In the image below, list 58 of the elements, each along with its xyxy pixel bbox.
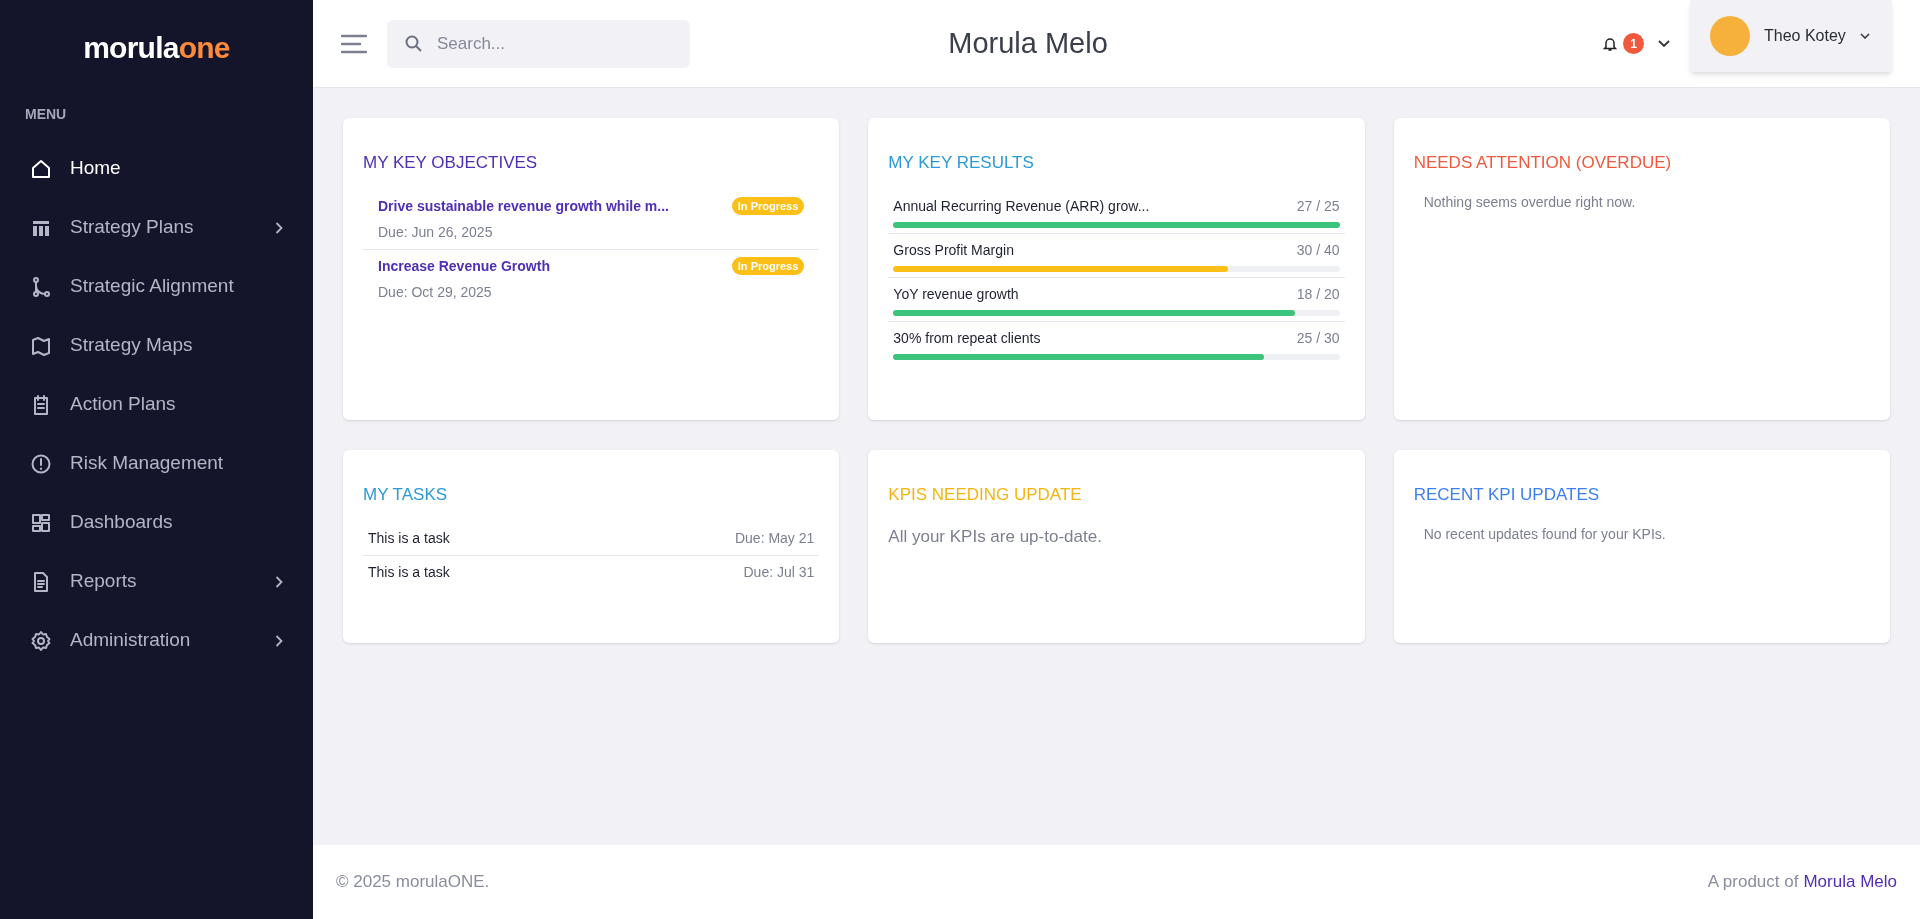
empty-message: No recent updates found for your KPIs. bbox=[1422, 524, 1667, 544]
chevron-down-icon bbox=[1859, 33, 1870, 39]
sidebar-item[interactable]: Administration bbox=[0, 611, 313, 670]
objective-link[interactable]: Increase Revenue Growth bbox=[378, 255, 550, 277]
card-title: RECENT KPI UPDATES bbox=[1413, 484, 1601, 506]
task-name: This is a task bbox=[368, 562, 450, 582]
sidebar-item[interactable]: Strategy Maps bbox=[0, 316, 313, 375]
avatar bbox=[1710, 16, 1750, 56]
menu-icon[interactable] bbox=[341, 33, 367, 54]
dashboard-icon bbox=[30, 511, 52, 534]
key-result-reading: 30 / 40 bbox=[1296, 240, 1340, 260]
search-icon bbox=[405, 34, 423, 53]
sidebar-item[interactable]: Dashboards bbox=[0, 493, 313, 552]
due-date: Due: Jun 26, 2025 bbox=[378, 222, 494, 242]
status-badge: In Progress bbox=[731, 256, 805, 275]
menu-heading: MENU bbox=[24, 105, 68, 124]
search-field[interactable]: Search... bbox=[387, 19, 690, 68]
user-menu[interactable]: Theo Kotey bbox=[1690, 0, 1892, 72]
product-text: A product of bbox=[1707, 871, 1799, 894]
sidebar-item[interactable]: Strategy Plans bbox=[0, 198, 313, 257]
due-date: Due: Oct 29, 2025 bbox=[378, 282, 493, 302]
key-result-reading: 25 / 30 bbox=[1296, 328, 1340, 348]
alert-icon bbox=[30, 452, 52, 475]
logo-accent: one bbox=[178, 29, 230, 66]
card-title: NEEDS ATTENTION (OVERDUE) bbox=[1413, 152, 1673, 174]
branch-icon bbox=[30, 275, 52, 298]
due-date: Due: Jul 31 bbox=[743, 562, 815, 582]
notification-badge: 1 bbox=[1623, 33, 1644, 54]
map-icon bbox=[30, 334, 52, 357]
card-title: MY KEY RESULTS bbox=[888, 152, 1035, 174]
status-badge: In Progress bbox=[731, 196, 805, 215]
copyright-text: © 2025 morulaONE. bbox=[336, 871, 490, 894]
key-result-name: 30% from repeat clients bbox=[893, 328, 1041, 348]
home-icon bbox=[30, 157, 52, 180]
settings-icon bbox=[30, 629, 52, 652]
sidebar-item[interactable]: Reports bbox=[0, 552, 313, 611]
product-link[interactable]: Morula Melo bbox=[1803, 869, 1897, 895]
key-result-reading: 27 / 25 bbox=[1296, 196, 1340, 216]
card-title: MY KEY OBJECTIVES bbox=[363, 152, 539, 174]
empty-message: All your KPIs are up-to-date. bbox=[888, 525, 1103, 548]
sidebar-item[interactable]: Risk Management bbox=[0, 434, 313, 493]
logo: morula bbox=[83, 29, 179, 66]
key-result-name: Gross Profit Margin bbox=[893, 240, 1014, 260]
empty-message: Nothing seems overdue right now. bbox=[1422, 192, 1637, 212]
card-title: MY TASKS bbox=[363, 484, 449, 506]
task-name: This is a task bbox=[368, 528, 450, 548]
sidebar-item[interactable]: Action Plans bbox=[0, 375, 313, 434]
due-date: Due: May 21 bbox=[734, 528, 815, 548]
key-result-name: Annual Recurring Revenue (ARR) grow... bbox=[893, 196, 1150, 216]
bell-icon[interactable] bbox=[1603, 35, 1617, 52]
card-title: KPIS NEEDING UPDATE bbox=[888, 484, 1083, 506]
chevron-down-icon[interactable] bbox=[1658, 39, 1670, 48]
page-title: Morula Melo bbox=[947, 25, 1109, 61]
objective-link[interactable]: Drive sustainable revenue growth while m... bbox=[378, 195, 669, 217]
key-result-name: YoY revenue growth bbox=[893, 284, 1019, 304]
sidebar-item[interactable]: Strategic Alignment bbox=[0, 257, 313, 316]
sidebar-item[interactable]: Home bbox=[0, 139, 313, 198]
key-result-reading: 18 / 20 bbox=[1296, 284, 1340, 304]
